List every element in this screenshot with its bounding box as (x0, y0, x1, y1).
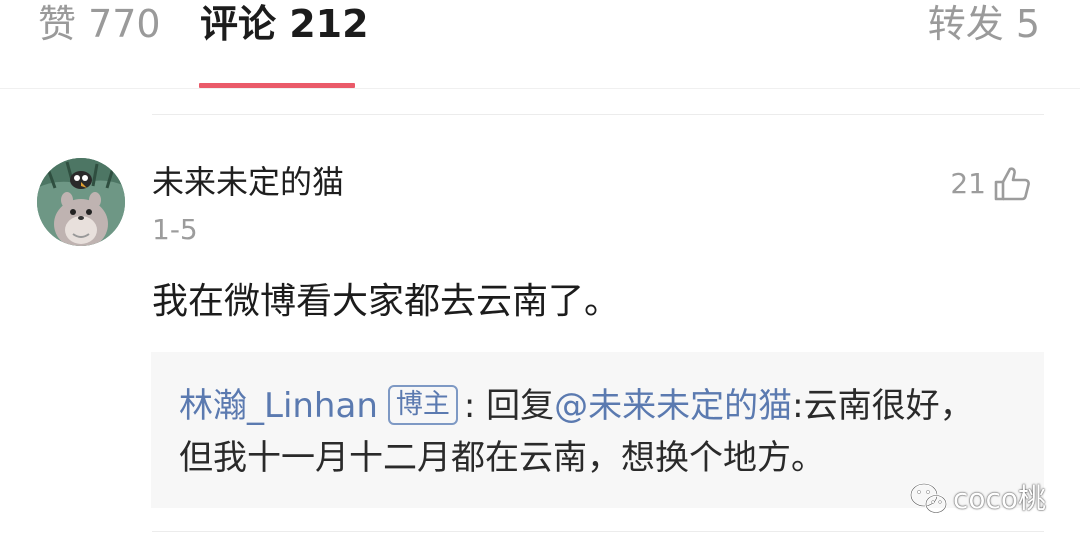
tab-likes[interactable]: 赞 770 (38, 2, 161, 46)
reply-separator: : (463, 386, 487, 426)
tab-reposts[interactable]: 转发 5 (928, 2, 1040, 46)
user-avatar[interactable] (37, 158, 125, 246)
wechat-icon (909, 482, 948, 514)
thumbs-up-icon (994, 167, 1030, 201)
like-count: 21 (950, 167, 986, 200)
tab-comments[interactable]: 评论 212 (200, 2, 369, 46)
reply-action: 回复 (486, 386, 555, 426)
comment-username[interactable]: 未来未定的猫 (152, 160, 344, 204)
comment-tabs: 赞 770 评论 212 转发 5 (0, 0, 1080, 88)
comment-bottom-separator (152, 531, 1044, 532)
reply-content: 林瀚_Linhan 博主: 回复@未来未定的猫:云南很好，但我十一月十二月都在云南… (179, 380, 979, 484)
watermark: coco桃 (909, 481, 1046, 517)
comment-date: 1-5 (152, 213, 198, 246)
reply-mention[interactable]: @未来未定的猫 (554, 386, 792, 426)
watermark-text: coco桃 (952, 482, 1046, 515)
cartoon-avatar (37, 158, 125, 246)
blogger-badge: 博主 (387, 385, 458, 425)
comment-separator (152, 114, 1044, 115)
reply-author[interactable]: 林瀚_Linhan (179, 386, 378, 426)
like-button[interactable]: 21 (950, 162, 1032, 206)
tabs-divider (0, 88, 1080, 89)
comment-text: 我在微博看大家都去云南了。 (152, 281, 621, 322)
